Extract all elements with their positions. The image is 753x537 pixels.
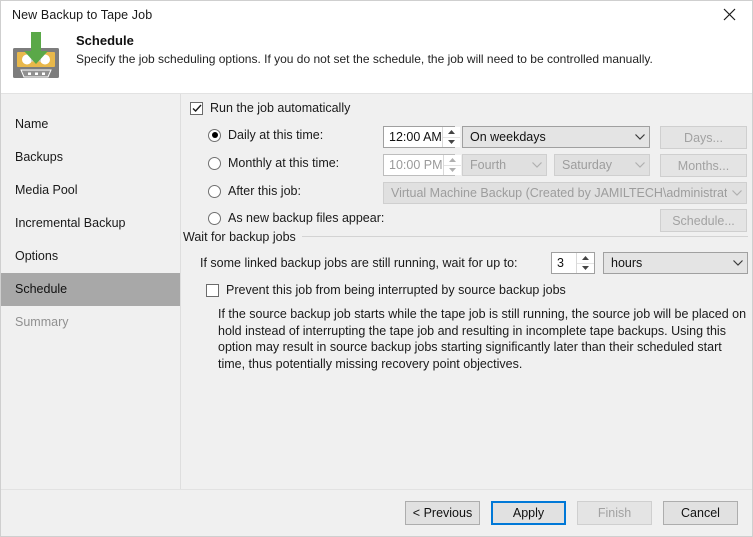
title-bar: New Backup to Tape Job (1, 1, 752, 28)
monthly-day-value: Saturday (562, 158, 613, 172)
sidebar-item-summary[interactable]: Summary (1, 306, 180, 339)
dialog-body: Name Backups Media Pool Incremental Back… (1, 94, 752, 489)
spinner-up-icon[interactable] (577, 253, 594, 264)
run-automatically-row: Run the job automatically (190, 101, 350, 115)
spinner-up-icon[interactable] (443, 155, 461, 166)
prevent-interruption-checkbox[interactable] (206, 283, 219, 297)
sidebar-item-backups[interactable]: Backups (1, 141, 180, 174)
wait-duration-label: If some linked backup jobs are still run… (200, 256, 518, 270)
daily-time-value: 12:00 AM (389, 130, 442, 144)
finish-button[interactable]: Finish (577, 501, 652, 525)
apply-button[interactable]: Apply (491, 501, 566, 525)
dialog-window: New Backup to Tape Job Schedule Specify … (0, 0, 753, 537)
spinner-down-icon[interactable] (443, 165, 461, 175)
prevent-interruption-label: Prevent this job from being interrupted … (226, 283, 566, 297)
after-job-value: Virtual Machine Backup (Created by JAMIL… (391, 186, 727, 200)
page-title: Schedule (76, 33, 134, 48)
sidebar-item-options[interactable]: Options (1, 240, 180, 273)
new-files-label: As new backup files appear: (228, 211, 385, 225)
wait-amount-stepper[interactable]: 3 (551, 252, 595, 274)
months-button[interactable]: Months... (660, 154, 747, 177)
days-button[interactable]: Days... (660, 126, 747, 149)
monthly-time-value: 10:00 PM (389, 158, 443, 172)
cancel-button[interactable]: Cancel (663, 501, 738, 525)
run-automatically-label: Run the job automatically (210, 101, 351, 115)
run-automatically-checkbox[interactable] (190, 101, 203, 115)
spinner-up-icon[interactable] (442, 127, 460, 138)
spinner-down-icon[interactable] (577, 263, 594, 273)
monthly-radio-row: Monthly at this time: (208, 156, 339, 170)
tape-backup-icon (10, 30, 62, 82)
spinner-down-icon[interactable] (442, 137, 460, 147)
sidebar-item-label: Summary (15, 315, 69, 329)
daily-radio[interactable] (208, 128, 221, 142)
sidebar-item-name[interactable]: Name (1, 108, 180, 141)
sidebar-item-label: Incremental Backup (15, 216, 126, 230)
page-subtitle: Specify the job scheduling options. If y… (76, 52, 653, 66)
dialog-footer: < Previous Apply Finish Cancel (1, 489, 752, 536)
new-files-radio[interactable] (208, 211, 221, 225)
schedule-panel: Run the job automatically Daily at this … (181, 94, 752, 489)
monthly-time-arrows[interactable] (442, 155, 461, 175)
monthly-week-select[interactable]: Fourth (462, 154, 547, 176)
wait-amount-arrows[interactable] (576, 253, 594, 273)
monthly-day-select[interactable]: Saturday (554, 154, 650, 176)
new-files-radio-row: As new backup files appear: (208, 211, 384, 225)
close-icon[interactable] (706, 1, 752, 28)
daily-label: Daily at this time: (228, 128, 324, 142)
wait-unit-value: hours (611, 256, 643, 270)
chevron-down-icon (527, 162, 546, 168)
monthly-label: Monthly at this time: (228, 156, 340, 170)
sidebar-item-label: Backups (15, 150, 63, 164)
after-job-radio-row: After this job: (208, 184, 301, 198)
prevent-interruption-row: Prevent this job from being interrupted … (206, 283, 566, 297)
chevron-down-icon (630, 162, 649, 168)
wait-amount-value: 3 (557, 256, 564, 270)
sidebar-item-label: Options (15, 249, 59, 263)
daily-time-stepper[interactable]: 12:00 AM (383, 126, 460, 148)
group-divider (301, 236, 748, 237)
sidebar-item-schedule[interactable]: Schedule (1, 273, 180, 306)
after-job-label: After this job: (228, 184, 301, 198)
sidebar-item-label: Media Pool (15, 183, 78, 197)
wait-group-title: Wait for backup jobs (183, 230, 302, 244)
chevron-down-icon (727, 190, 746, 196)
sidebar-item-media-pool[interactable]: Media Pool (1, 174, 180, 207)
monthly-week-value: Fourth (470, 158, 507, 172)
chevron-down-icon (630, 134, 649, 140)
previous-button[interactable]: < Previous (405, 501, 480, 525)
schedule-button[interactable]: Schedule... (660, 209, 747, 232)
daily-frequency-value: On weekdays (470, 130, 546, 144)
after-job-radio[interactable] (208, 184, 221, 198)
after-job-select[interactable]: Virtual Machine Backup (Created by JAMIL… (383, 182, 747, 204)
sidebar-item-label: Name (15, 117, 49, 131)
wizard-step-list: Name Backups Media Pool Incremental Back… (1, 94, 181, 489)
sidebar-item-incremental-backup[interactable]: Incremental Backup (1, 207, 180, 240)
monthly-radio[interactable] (208, 156, 221, 170)
wait-label-row: If some linked backup jobs are still run… (200, 256, 518, 270)
daily-time-arrows[interactable] (441, 127, 460, 147)
window-title: New Backup to Tape Job (12, 7, 153, 22)
sidebar-item-label: Schedule (15, 282, 68, 296)
prevent-interruption-description: If the source backup job starts while th… (218, 307, 747, 371)
daily-radio-row: Daily at this time: (208, 128, 323, 142)
daily-frequency-select[interactable]: On weekdays (462, 126, 650, 148)
monthly-time-stepper[interactable]: 10:00 PM (383, 154, 461, 176)
chevron-down-icon (728, 260, 747, 266)
wait-unit-select[interactable]: hours (603, 252, 748, 274)
dialog-header: Schedule Specify the job scheduling opti… (1, 28, 752, 94)
